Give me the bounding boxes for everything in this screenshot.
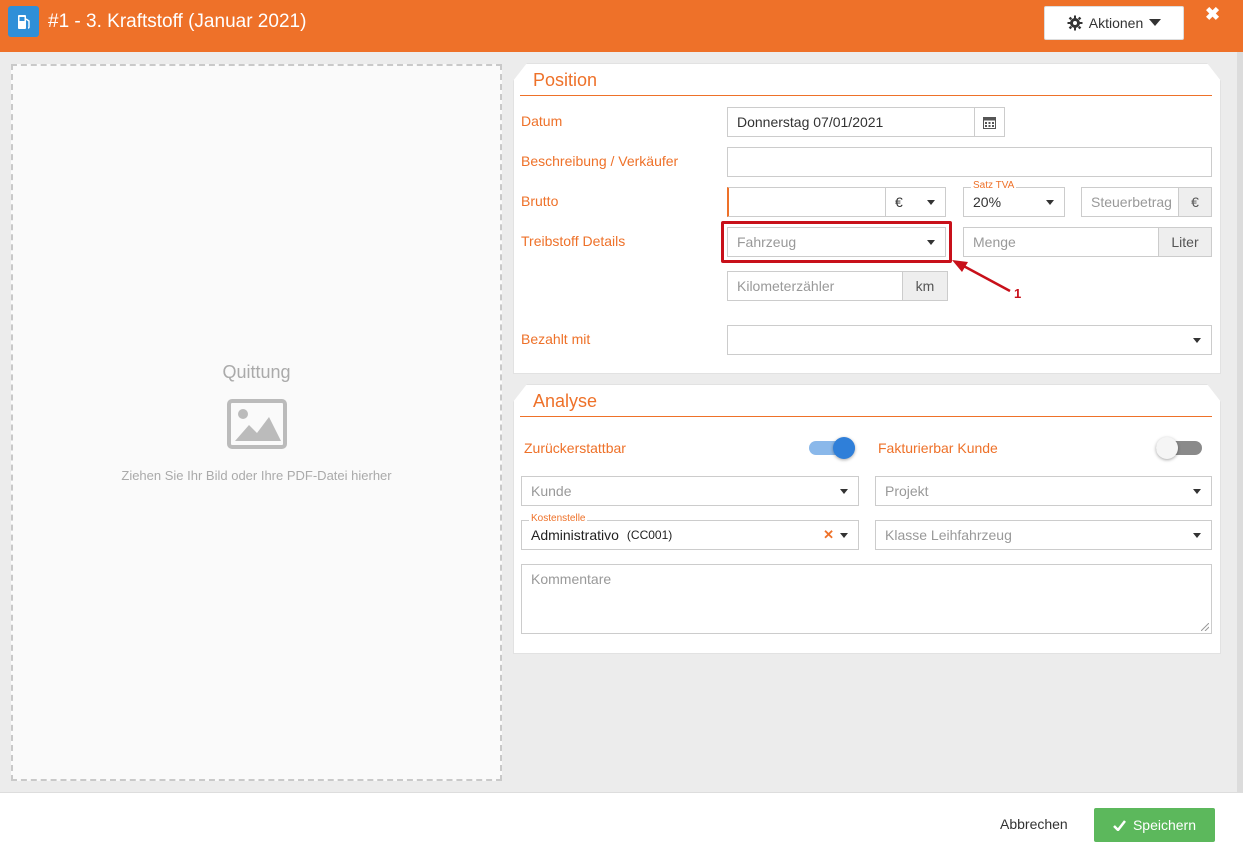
comments-placeholder: Kommentare: [531, 571, 612, 587]
currency-value: €: [895, 194, 903, 210]
modal-header: #1 - 3. Kraftstoff (Januar 2021) Aktione…: [0, 0, 1243, 52]
divider: [520, 95, 1212, 96]
vat-rate-value: 20%: [973, 194, 1002, 210]
caret-down-icon: [1193, 489, 1201, 494]
customer-select[interactable]: Kunde: [521, 476, 859, 506]
dropzone-hint: Ziehen Sie Ihr Bild oder Ihre PDF-Datei …: [121, 468, 392, 483]
caret-down-icon: [1193, 533, 1201, 538]
toggle-knob: [1156, 437, 1178, 459]
tax-amount-placeholder: Steuerbetrag: [1091, 194, 1172, 210]
panel-corner: [513, 63, 527, 81]
caret-down-icon: [927, 200, 935, 205]
caret-down-icon: [1149, 19, 1162, 26]
panel-corner: [1207, 384, 1221, 402]
customer-placeholder: Kunde: [531, 483, 572, 499]
quantity-placeholder: Menge: [973, 234, 1016, 250]
cancel-button[interactable]: Abbrechen: [1000, 816, 1068, 832]
comments-textarea[interactable]: Kommentare: [521, 564, 1212, 634]
checkmark-icon: [1113, 819, 1126, 831]
annotation-number: 1: [1014, 286, 1022, 301]
date-value: Donnerstag 07/01/2021: [737, 114, 884, 130]
project-placeholder: Projekt: [885, 483, 929, 499]
modal-footer: Abbrechen Speichern: [0, 792, 1243, 851]
gear-icon: [1067, 15, 1083, 31]
cost-center-value: Administrativo: [531, 527, 619, 543]
toggle-knob: [833, 437, 855, 459]
caret-down-icon: [1193, 338, 1201, 343]
rental-class-placeholder: Klasse Leihfahrzeug: [885, 527, 1012, 543]
odometer-placeholder: Kilometerzähler: [737, 278, 835, 294]
description-label: Beschreibung / Verkäufer: [521, 153, 679, 169]
clear-icon[interactable]: ✕: [823, 527, 834, 543]
resize-handle-icon[interactable]: [1201, 623, 1209, 631]
save-label: Speichern: [1132, 817, 1197, 833]
save-button[interactable]: Speichern: [1094, 808, 1215, 842]
rental-class-select[interactable]: Klasse Leihfahrzeug: [875, 520, 1212, 550]
calendar-button[interactable]: [974, 107, 1005, 137]
payment-method-select[interactable]: [727, 325, 1212, 355]
caret-down-icon: [1046, 200, 1054, 205]
gross-amount-input[interactable]: [727, 187, 887, 217]
cost-center-select[interactable]: Administrativo (CC001) ✕: [521, 520, 859, 550]
vat-rate-select[interactable]: 20%: [963, 187, 1065, 217]
image-icon: [227, 399, 287, 449]
caret-down-icon: [840, 533, 848, 538]
annotation-arrow-icon: [952, 260, 1011, 293]
caret-down-icon: [840, 489, 848, 494]
project-select[interactable]: Projekt: [875, 476, 1212, 506]
cost-center-code: (CC001): [626, 528, 673, 542]
refundable-toggle[interactable]: [809, 436, 855, 460]
cost-center-label: Kostenstelle: [529, 513, 588, 524]
date-field[interactable]: Donnerstag 07/01/2021: [727, 107, 1005, 137]
date-label: Datum: [521, 113, 563, 129]
close-icon[interactable]: ✖: [1205, 4, 1220, 25]
refundable-label: Zurückerstattbar: [524, 440, 626, 456]
description-input[interactable]: [727, 147, 1212, 177]
calendar-icon: [983, 116, 996, 129]
billable-toggle[interactable]: [1156, 436, 1202, 460]
currency-select[interactable]: €: [885, 187, 946, 217]
tax-amount-input[interactable]: Steuerbetrag: [1081, 187, 1181, 217]
analysis-title: Analyse: [533, 391, 598, 411]
receipt-dropzone[interactable]: Quittung Ziehen Sie Ihr Bild oder Ihre P…: [11, 64, 502, 781]
dropzone-title: Quittung: [222, 362, 291, 382]
tax-currency-addon: €: [1178, 187, 1212, 217]
background-edge: [1237, 52, 1243, 792]
divider: [520, 416, 1212, 417]
actions-dropdown-button[interactable]: Aktionen: [1044, 6, 1184, 40]
quantity-input[interactable]: Menge: [963, 227, 1160, 257]
odometer-unit-addon: km: [902, 271, 948, 301]
gross-label: Brutto: [521, 193, 559, 209]
fuel-pump-icon: [8, 6, 39, 37]
panel-corner: [513, 384, 527, 402]
quantity-unit-addon: Liter: [1158, 227, 1212, 257]
modal-title: #1 - 3. Kraftstoff (Januar 2021): [48, 11, 307, 32]
fuel-details-label: Treibstoff Details: [521, 233, 626, 249]
actions-label: Aktionen: [1088, 15, 1144, 31]
vat-rate-label: Satz TVA: [971, 180, 1017, 191]
panel-corner: [1207, 63, 1221, 81]
billable-label: Fakturierbar Kunde: [878, 440, 998, 456]
odometer-input[interactable]: Kilometerzähler: [727, 271, 905, 301]
paid-with-label: Bezahlt mit: [521, 331, 591, 347]
annotation-highlight-box: [721, 221, 952, 263]
position-title: Position: [533, 70, 598, 90]
